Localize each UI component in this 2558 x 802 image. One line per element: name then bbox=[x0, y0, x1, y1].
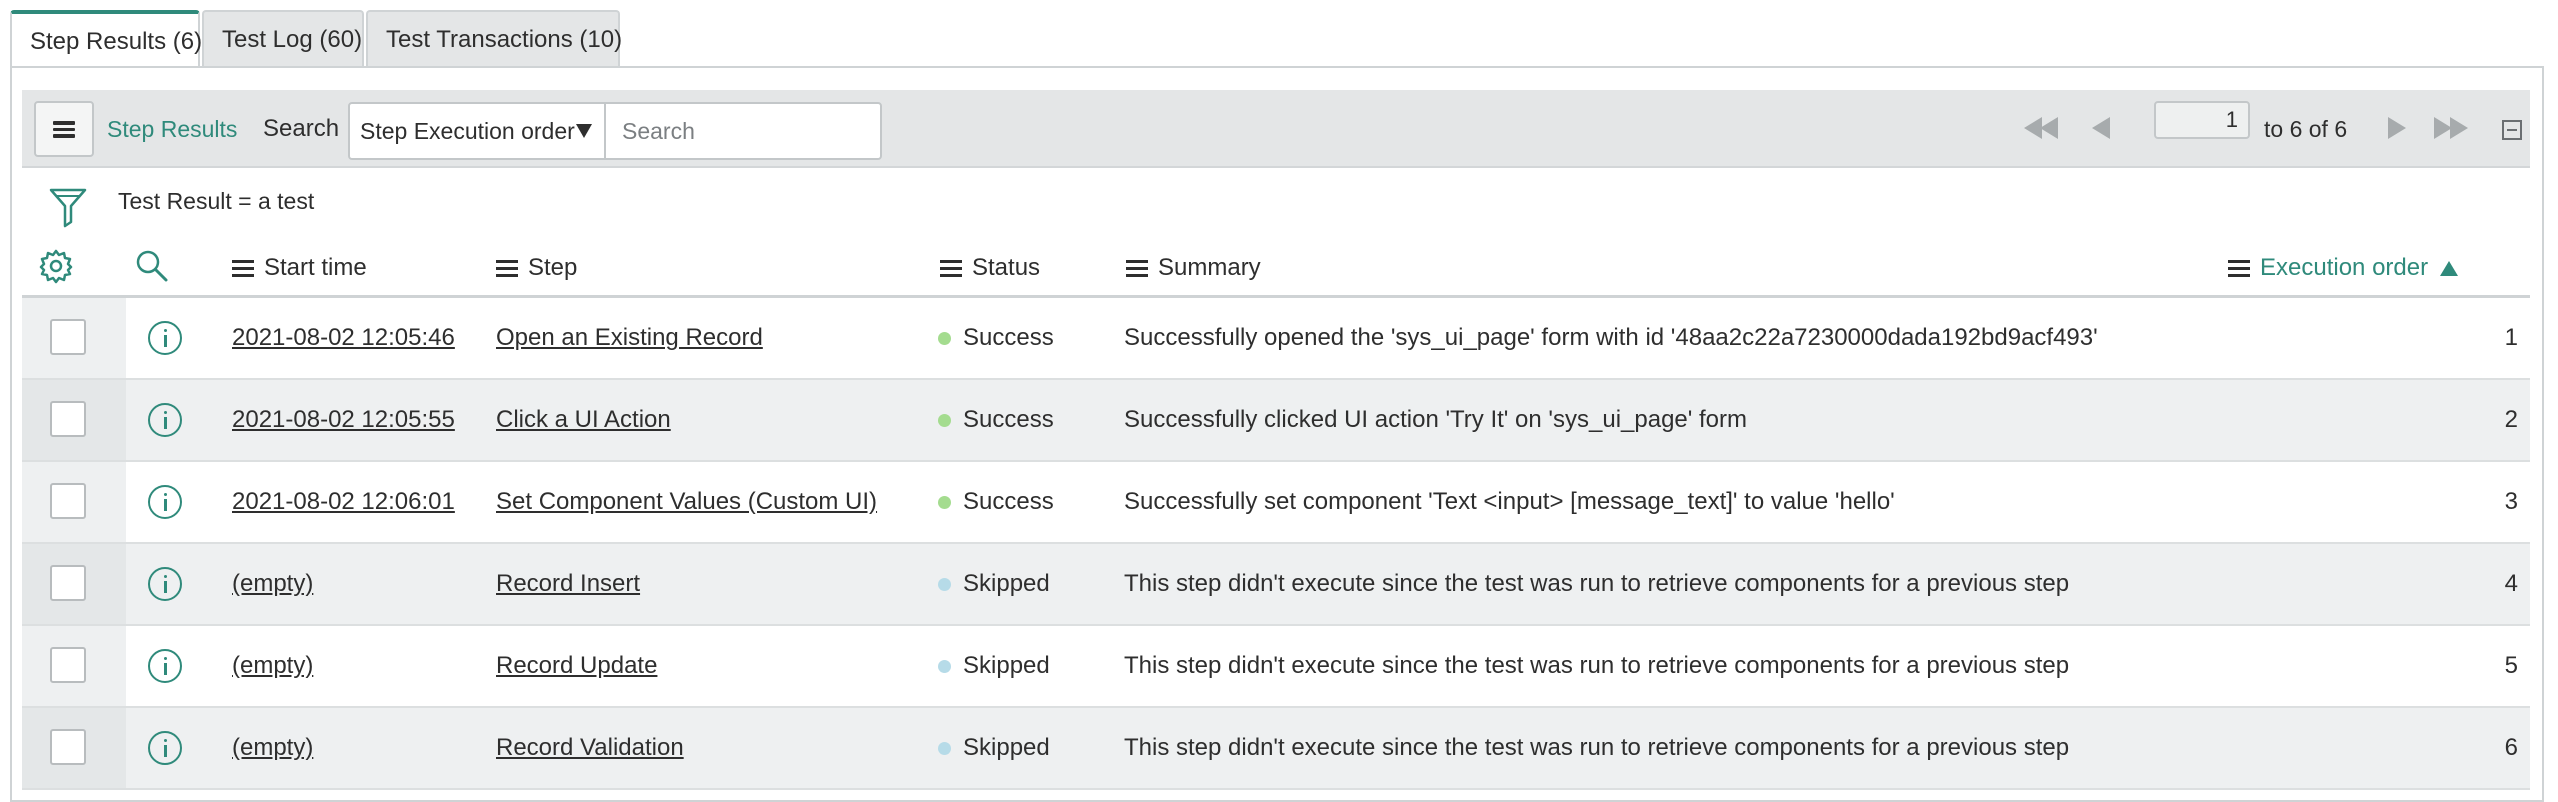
row-checkbox[interactable] bbox=[50, 647, 86, 683]
execution-order-cell: 2 bbox=[2504, 406, 2518, 433]
column-label: Status bbox=[972, 254, 1041, 281]
info-icon[interactable] bbox=[148, 649, 182, 683]
status-dot-icon bbox=[938, 413, 951, 427]
column-menu-icon[interactable] bbox=[496, 259, 518, 277]
filter-funnel-icon[interactable] bbox=[48, 186, 88, 235]
table-row: 2021-08-02 12:06:01 Set Component Values… bbox=[22, 462, 2530, 544]
next-page-icon[interactable] bbox=[2388, 117, 2406, 144]
execution-order-cell: 5 bbox=[2504, 652, 2518, 679]
column-menu-icon[interactable] bbox=[940, 259, 962, 277]
row-checkbox[interactable] bbox=[50, 729, 86, 765]
status-cell: Success bbox=[938, 462, 1054, 542]
step-link[interactable]: Open an Existing Record bbox=[496, 298, 763, 378]
execution-order-cell: 4 bbox=[2504, 570, 2518, 597]
status-cell: Success bbox=[938, 298, 1054, 378]
column-header-summary[interactable]: Summary bbox=[1126, 240, 1261, 296]
column-menu-icon[interactable] bbox=[232, 259, 254, 277]
last-page-icon[interactable] bbox=[2434, 117, 2468, 144]
tab-test-log[interactable]: Test Log (60) bbox=[202, 10, 364, 68]
status-cell: Skipped bbox=[938, 544, 1050, 624]
filter-condition[interactable]: Test Result = a test bbox=[118, 188, 314, 215]
search-input[interactable] bbox=[604, 102, 882, 160]
tab-bar: Step Results (6) Test Log (60) Test Tran… bbox=[10, 10, 622, 70]
table-row: 2021-08-02 12:05:55 Click a UI Action Su… bbox=[22, 380, 2530, 462]
column-header-status[interactable]: Status bbox=[940, 240, 1040, 296]
search-field-select[interactable]: Step Execution order bbox=[348, 102, 606, 160]
info-icon[interactable] bbox=[148, 731, 182, 765]
info-icon[interactable] bbox=[148, 403, 182, 437]
column-menu-icon[interactable] bbox=[1126, 259, 1148, 277]
summary-cell: This step didn't execute since the test … bbox=[1124, 652, 2070, 679]
status-cell: Success bbox=[938, 380, 1054, 460]
status-dot-icon bbox=[938, 495, 951, 509]
page-number-input[interactable] bbox=[2154, 101, 2250, 139]
step-link[interactable]: Click a UI Action bbox=[496, 380, 671, 460]
execution-order-cell: 3 bbox=[2504, 488, 2518, 515]
column-header-row: Start time Step Status Summary Execution… bbox=[22, 240, 2530, 298]
status-dot-icon bbox=[938, 331, 951, 345]
row-checkbox[interactable] bbox=[50, 401, 86, 437]
gear-icon[interactable] bbox=[38, 248, 74, 289]
column-label: Execution order bbox=[2260, 254, 2429, 281]
column-header-step[interactable]: Step bbox=[496, 240, 577, 296]
step-link[interactable]: Record Validation bbox=[496, 708, 684, 788]
summary-cell: This step didn't execute since the test … bbox=[1124, 734, 2070, 761]
page-range-text: to 6 of 6 bbox=[2264, 115, 2348, 142]
start-time-link[interactable]: (empty) bbox=[232, 708, 313, 788]
list-title[interactable]: Step Results bbox=[107, 90, 237, 168]
step-link[interactable]: Record Insert bbox=[496, 544, 640, 624]
column-label: Start time bbox=[264, 254, 367, 281]
table-row: (empty) Record Update Skipped This step … bbox=[22, 626, 2530, 708]
tab-test-transactions[interactable]: Test Transactions (10) bbox=[366, 10, 622, 68]
status-cell: Skipped bbox=[938, 708, 1050, 788]
search-icon[interactable] bbox=[134, 248, 170, 289]
status-dot-icon bbox=[938, 577, 951, 591]
collapse-icon[interactable] bbox=[2502, 120, 2522, 140]
search-field-selected-value: Step Execution order bbox=[360, 117, 575, 144]
table-row: (empty) Record Insert Skipped This step … bbox=[22, 544, 2530, 626]
summary-cell: Successfully opened the 'sys_ui_page' fo… bbox=[1124, 324, 2098, 351]
list-toolbar: Step Results Search Step Execution order… bbox=[22, 90, 2530, 168]
summary-cell: This step didn't execute since the test … bbox=[1124, 570, 2070, 597]
sort-ascending-icon bbox=[2440, 260, 2459, 276]
summary-cell: Successfully clicked UI action 'Try It' … bbox=[1124, 406, 1748, 433]
previous-page-icon[interactable] bbox=[2092, 117, 2110, 144]
start-time-link[interactable]: (empty) bbox=[232, 626, 313, 706]
row-checkbox[interactable] bbox=[50, 319, 86, 355]
column-label: Summary bbox=[1158, 254, 1261, 281]
hamburger-icon bbox=[53, 120, 75, 138]
row-checkbox[interactable] bbox=[50, 565, 86, 601]
status-dot-icon bbox=[938, 659, 951, 673]
start-time-link[interactable]: (empty) bbox=[232, 544, 313, 624]
info-icon[interactable] bbox=[148, 321, 182, 355]
start-time-link[interactable]: 2021-08-02 12:05:55 bbox=[232, 380, 455, 460]
info-icon[interactable] bbox=[148, 485, 182, 519]
execution-order-cell: 1 bbox=[2504, 324, 2518, 351]
tab-step-results[interactable]: Step Results (6) bbox=[10, 10, 202, 70]
table-row: (empty) Record Validation Skipped This s… bbox=[22, 708, 2530, 790]
table-body: 2021-08-02 12:05:46 Open an Existing Rec… bbox=[22, 298, 2530, 790]
table-row: 2021-08-02 12:05:46 Open an Existing Rec… bbox=[22, 298, 2530, 380]
column-menu-icon[interactable] bbox=[2228, 259, 2250, 277]
start-time-link[interactable]: 2021-08-02 12:06:01 bbox=[232, 462, 455, 542]
list-context-menu-button[interactable] bbox=[34, 101, 94, 157]
search-label: Search bbox=[263, 115, 340, 142]
step-link[interactable]: Set Component Values (Custom UI) bbox=[496, 462, 877, 542]
execution-order-cell: 6 bbox=[2504, 734, 2518, 761]
row-checkbox[interactable] bbox=[50, 483, 86, 519]
column-header-execution-order[interactable]: Execution order bbox=[2228, 240, 2459, 296]
start-time-link[interactable]: 2021-08-02 12:05:46 bbox=[232, 298, 455, 378]
caret-down-icon bbox=[576, 124, 592, 138]
first-page-icon[interactable] bbox=[2024, 117, 2058, 144]
info-icon[interactable] bbox=[148, 567, 182, 601]
column-header-start-time[interactable]: Start time bbox=[232, 240, 367, 296]
summary-cell: Successfully set component 'Text <input>… bbox=[1124, 488, 1895, 515]
status-dot-icon bbox=[938, 741, 951, 755]
status-cell: Skipped bbox=[938, 626, 1050, 706]
column-label: Step bbox=[528, 254, 578, 281]
step-link[interactable]: Record Update bbox=[496, 626, 657, 706]
